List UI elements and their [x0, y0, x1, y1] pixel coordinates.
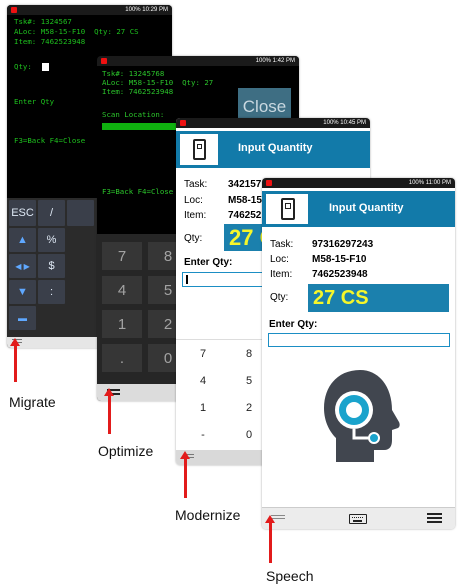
loc-value: M58-15 — [228, 195, 262, 206]
loc-label: Loc: — [270, 254, 289, 265]
item-value: 7462523948 — [312, 269, 368, 280]
numpad-key[interactable]: . — [102, 344, 142, 372]
task-label: Task: — [184, 179, 208, 190]
percent-key[interactable]: % — [38, 228, 65, 252]
terminal-line: F3=Back F4=Close — [14, 136, 86, 145]
notification-icon — [266, 180, 272, 186]
notification-icon — [180, 120, 186, 126]
speech-label: Speech — [266, 568, 314, 584]
arrow-down-icon[interactable]: ▼ — [9, 280, 36, 304]
qty-label: Qty: — [270, 292, 289, 303]
app-header: Input Quantity — [176, 131, 370, 168]
loc-label: Loc: — [184, 195, 203, 206]
terminal-line: F3=Back F4=Close — [102, 187, 174, 196]
arrow-up-icon[interactable]: ▲ — [9, 228, 36, 252]
enter-qty-label: Enter Qty: — [184, 257, 233, 268]
speech-phone: 100% 11:00 PM Input Quantity Task: 97316… — [262, 178, 455, 529]
status-bar: 100% 10:45 PM — [176, 118, 370, 128]
arrow-left-right-icon[interactable]: ◀ ▶ — [9, 254, 36, 278]
terminal-line: Qty: — [14, 62, 32, 71]
numpad-key[interactable]: 4 — [102, 276, 142, 304]
mobile-computer-icon — [265, 193, 309, 225]
task-value: 342157 — [228, 179, 262, 190]
status-bar: 100% 10:29 PM — [7, 5, 172, 15]
terminal-line: ALoc: M58-15-F10 Qty: 27 CS — [14, 27, 139, 36]
enter-qty-label: Enter Qty: — [269, 319, 318, 330]
page-title: Input Quantity — [329, 202, 404, 214]
arrow-shaft — [14, 345, 17, 382]
numpad-key[interactable]: 1 — [102, 310, 142, 338]
numpad-key[interactable]: 1 — [180, 402, 226, 414]
page-title: Input Quantity — [238, 142, 313, 154]
app-header: Input Quantity — [262, 191, 455, 227]
numpad-key[interactable]: 4 — [180, 375, 226, 387]
numpad-key[interactable]: 7 — [180, 348, 226, 360]
speech-headset-icon — [324, 370, 400, 462]
item-value: 746252 — [228, 210, 262, 221]
optimize-label: Optimize — [98, 443, 154, 459]
numpad-key[interactable]: - — [180, 429, 226, 441]
numpad-key[interactable]: 7 — [102, 242, 142, 270]
slash-key[interactable]: / — [38, 200, 65, 226]
keyboard-icon[interactable] — [349, 514, 367, 524]
terminal-line: Tsk#: 1324567 — [14, 17, 72, 26]
colon-key[interactable]: : — [38, 280, 65, 304]
keyboard-icon[interactable]: ▬ — [9, 306, 36, 330]
terminal-line: Item: 7462523948 — [14, 37, 86, 46]
key[interactable] — [67, 200, 94, 226]
esc-key[interactable]: ESC — [9, 200, 36, 226]
status-bar: 100% 1:42 PM — [97, 56, 299, 66]
modernize-label: Modernize — [175, 507, 241, 523]
terminal-line: Enter Qty — [14, 97, 55, 106]
qty-value: 27 CS — [308, 284, 449, 312]
terminal-line: Item: 7462523948 — [102, 87, 174, 96]
mobile-computer-icon — [179, 133, 219, 166]
arrow-shaft — [269, 522, 272, 563]
status-bar: 100% 11:00 PM — [262, 178, 455, 188]
migrate-label: Migrate — [9, 394, 56, 410]
task-label: Task: — [270, 239, 294, 250]
nav-bar — [262, 507, 455, 529]
qty-label: Qty: — [184, 233, 203, 244]
dollar-key[interactable]: $ — [38, 254, 65, 278]
menu-icon[interactable] — [427, 513, 442, 524]
notification-icon — [11, 7, 17, 13]
arrow-shaft — [108, 395, 111, 434]
item-label: Item: — [270, 269, 293, 280]
terminal-line: Scan Location: — [102, 110, 165, 119]
arrow-shaft — [184, 458, 187, 498]
notification-icon — [101, 58, 107, 64]
loc-value: M58-15-F10 — [312, 254, 367, 265]
task-value: 97316297243 — [312, 239, 374, 250]
quantity-input[interactable] — [268, 333, 450, 347]
text-cursor[interactable] — [42, 63, 49, 71]
item-label: Item: — [184, 210, 207, 221]
